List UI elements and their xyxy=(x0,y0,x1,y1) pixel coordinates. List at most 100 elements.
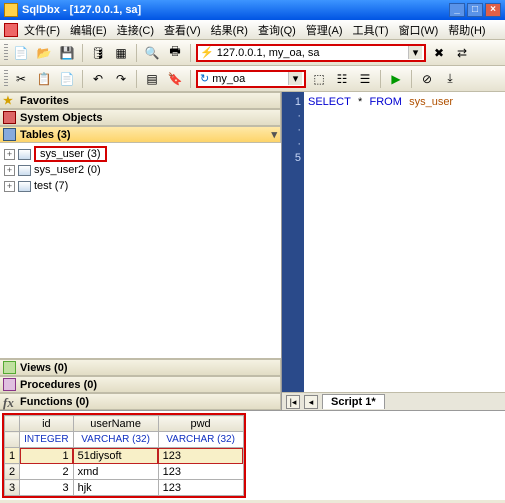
system-icon xyxy=(3,111,16,124)
menu-help[interactable]: 帮助(H) xyxy=(448,22,485,38)
save-button[interactable]: 💾 xyxy=(57,43,77,63)
proc-icon xyxy=(3,378,16,391)
menu-manage[interactable]: 管理(A) xyxy=(306,22,343,38)
tree-node[interactable]: +sys_user2 (0) xyxy=(2,162,279,178)
menu-window[interactable]: 窗口(W) xyxy=(399,22,439,38)
table-icon xyxy=(18,181,31,192)
table-row[interactable]: 1151diysoft123 xyxy=(5,448,244,464)
expand-icon[interactable]: + xyxy=(4,149,15,160)
section-tables[interactable]: Tables (3) ▾ xyxy=(0,126,281,143)
menu-query[interactable]: 查询(Q) xyxy=(258,22,296,38)
connection-combo[interactable]: ⚡ 127.0.0.1, my_oa, sa ▾ xyxy=(196,44,426,62)
database-combo[interactable]: ↻ my_oa ▾ xyxy=(196,70,306,88)
execute-button[interactable]: ▶ xyxy=(386,69,406,89)
tab-prev-button[interactable]: ◂ xyxy=(304,395,318,409)
table-icon xyxy=(3,128,16,141)
comment-button[interactable]: ▤ xyxy=(142,69,162,89)
lightning-icon: ⚡ xyxy=(200,46,214,59)
section-favorites[interactable]: ★ Favorites xyxy=(0,92,281,109)
tree-node[interactable]: + test (7) xyxy=(2,178,279,194)
sidebar: ★Favorites System Objects Tables (3)▾ +s… xyxy=(0,92,282,410)
step-button[interactable]: ⤓ xyxy=(440,69,460,89)
toolbar-1: 📄 📂 💾 🛢 ▦ 🔍 🖶 ⚡ 127.0.0.1, my_oa, sa ▾ ✖… xyxy=(0,40,505,66)
tree-label: sys_user (3) xyxy=(34,146,107,162)
window-title: SqlDbx - [127.0.0.1, sa] xyxy=(22,4,141,16)
sql-editor[interactable]: 1···5 SELECT * FROM sys_user xyxy=(282,92,505,392)
format-button[interactable]: ⬚ xyxy=(309,69,329,89)
section-views[interactable]: Views (0) xyxy=(0,359,281,376)
section-label: Favorites xyxy=(20,95,69,107)
database-value: my_oa xyxy=(212,73,245,85)
find-button[interactable]: 🔍 xyxy=(142,43,162,63)
col-header[interactable]: pwd xyxy=(158,416,243,432)
menu-file[interactable]: 文件(F) xyxy=(24,22,60,38)
section-label: Views (0) xyxy=(20,362,68,374)
menu-results[interactable]: 结果(R) xyxy=(211,22,248,38)
menu-tools[interactable]: 工具(T) xyxy=(353,22,389,38)
dropdown-icon: ▾ xyxy=(288,72,302,85)
app-icon xyxy=(4,3,18,17)
tab-first-button[interactable]: |◂ xyxy=(286,395,300,409)
close-button[interactable]: × xyxy=(485,3,501,17)
grip-icon xyxy=(4,44,8,62)
menu-edit[interactable]: 编辑(E) xyxy=(70,22,107,38)
minimize-button[interactable]: _ xyxy=(449,3,465,17)
list-button[interactable]: ☰ xyxy=(355,69,375,89)
col-type: VARCHAR (32) xyxy=(158,432,243,448)
refresh-icon: ↻ xyxy=(200,72,209,85)
plan-button[interactable]: ☷ xyxy=(332,69,352,89)
print-button[interactable]: 🖶 xyxy=(165,43,185,63)
bookmark-button[interactable]: 🔖 xyxy=(165,69,185,89)
menu-connect[interactable]: 连接(C) xyxy=(117,22,154,38)
view-icon xyxy=(3,361,16,374)
section-functions[interactable]: fx Functions (0) xyxy=(0,393,281,410)
undo-button[interactable]: ↶ xyxy=(88,69,108,89)
menu-icon xyxy=(4,23,18,37)
grip-icon xyxy=(4,70,8,88)
col-header[interactable]: userName xyxy=(73,416,158,432)
menu-bar: 文件(F) 编辑(E) 连接(C) 查看(V) 结果(R) 查询(Q) 管理(A… xyxy=(0,20,505,40)
script-tabs: |◂ ◂ Script 1* xyxy=(282,392,505,410)
result-table[interactable]: id userName pwd INTEGER VARCHAR (32) VAR… xyxy=(4,415,244,496)
new-button[interactable]: 📄 xyxy=(11,43,31,63)
connection-value: 127.0.0.1, my_oa, sa xyxy=(217,47,320,59)
paste-button[interactable]: 📄 xyxy=(57,69,77,89)
refresh-conn-button[interactable]: ✖ xyxy=(429,43,449,63)
section-system-objects[interactable]: System Objects xyxy=(0,109,281,126)
section-procedures[interactable]: Procedures (0) xyxy=(0,376,281,393)
section-label: Procedures (0) xyxy=(20,379,97,391)
fn-icon: fx xyxy=(3,395,16,408)
tree-node[interactable]: + sys_user (3) xyxy=(2,146,279,162)
table-row[interactable]: 33hjk123 xyxy=(5,480,244,496)
col-type: VARCHAR (32) xyxy=(73,432,158,448)
tree-label: test (7) xyxy=(34,180,68,192)
expand-icon[interactable]: + xyxy=(4,165,15,176)
chevron-down-icon: ▾ xyxy=(271,128,277,141)
object-tree[interactable]: + sys_user (3) +sys_user2 (0) + test (7) xyxy=(0,143,281,359)
code-area[interactable]: SELECT * FROM sys_user xyxy=(304,92,505,392)
db-button[interactable]: 🛢 xyxy=(88,43,108,63)
corner-cell xyxy=(5,416,20,432)
section-label: System Objects xyxy=(20,112,103,124)
cut-button[interactable]: ✂ xyxy=(11,69,31,89)
tab-script[interactable]: Script 1* xyxy=(322,394,385,409)
menu-view[interactable]: 查看(V) xyxy=(164,22,201,38)
table-icon xyxy=(18,149,31,160)
line-gutter: 1···5 xyxy=(282,92,304,392)
result-grid: id userName pwd INTEGER VARCHAR (32) VAR… xyxy=(0,410,505,500)
col-header[interactable]: id xyxy=(20,416,73,432)
section-label: Tables (3) xyxy=(20,129,71,141)
maximize-button[interactable]: □ xyxy=(467,3,483,17)
redo-button[interactable]: ↷ xyxy=(111,69,131,89)
expand-icon[interactable]: + xyxy=(4,181,15,192)
window-controls: _ □ × xyxy=(449,3,501,17)
switch-button[interactable]: ⇄ xyxy=(452,43,472,63)
open-button[interactable]: 📂 xyxy=(34,43,54,63)
toolbar-2: ✂ 📋 📄 ↶ ↷ ▤ 🔖 ↻ my_oa ▾ ⬚ ☷ ☰ ▶ ⊘ ⤓ xyxy=(0,66,505,92)
table-row[interactable]: 22xmd123 xyxy=(5,464,244,480)
stop-button[interactable]: ⊘ xyxy=(417,69,437,89)
tables-button[interactable]: ▦ xyxy=(111,43,131,63)
copy-button[interactable]: 📋 xyxy=(34,69,54,89)
star-icon: ★ xyxy=(3,94,16,107)
section-label: Functions (0) xyxy=(20,396,89,408)
